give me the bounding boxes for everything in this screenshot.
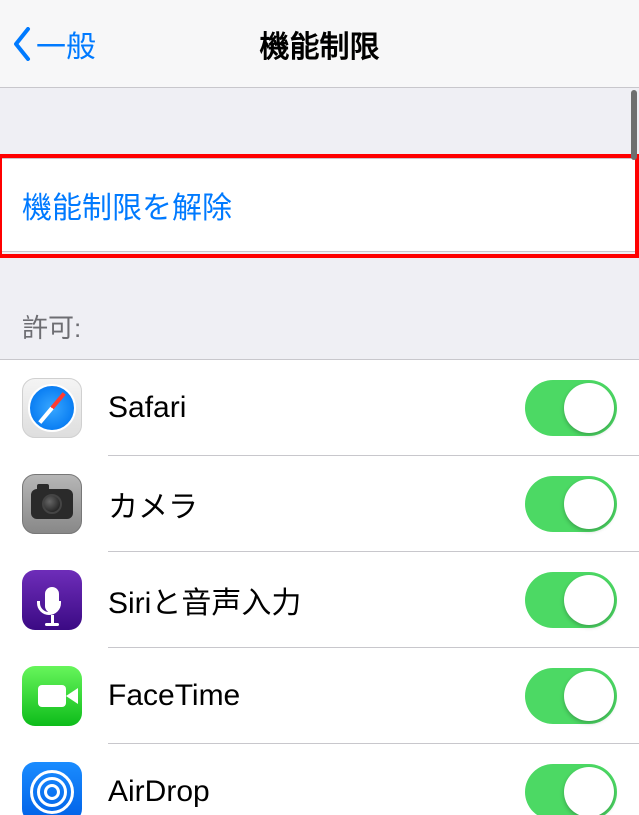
toggle-safari[interactable]	[525, 380, 617, 436]
allow-section-header: 許可:	[0, 252, 639, 359]
list-item-facetime: FaceTime	[0, 648, 639, 744]
scrollbar-thumb[interactable]	[631, 90, 637, 160]
chevron-left-icon	[12, 27, 32, 61]
app-label: カメラ	[108, 482, 525, 526]
navbar: 一般 機能制限	[0, 0, 639, 88]
airdrop-icon	[22, 762, 82, 815]
list-item-camera: カメラ	[0, 456, 639, 552]
app-label: AirDrop	[108, 775, 525, 809]
camera-icon	[22, 474, 82, 534]
disable-restrictions-row-wrap: 機能制限を解除	[0, 158, 639, 252]
disable-restrictions-button[interactable]: 機能制限を解除	[0, 158, 639, 252]
app-label: FaceTime	[108, 679, 525, 713]
toggle-facetime[interactable]	[525, 668, 617, 724]
back-button[interactable]: 一般	[0, 22, 96, 66]
content-scroll[interactable]: 機能制限を解除 許可: Safari カメラ Siriと音声入力	[0, 88, 639, 815]
allow-list: Safari カメラ Siriと音声入力 FaceTime	[0, 359, 639, 815]
list-item-safari: Safari	[0, 360, 639, 456]
facetime-icon	[22, 666, 82, 726]
toggle-airdrop[interactable]	[525, 764, 617, 815]
list-item-airdrop: AirDrop	[0, 744, 639, 815]
safari-icon	[22, 378, 82, 438]
back-label: 一般	[36, 22, 96, 66]
toggle-siri[interactable]	[525, 572, 617, 628]
siri-icon	[22, 570, 82, 630]
toggle-camera[interactable]	[525, 476, 617, 532]
app-label: Siriと音声入力	[108, 578, 525, 622]
list-item-siri: Siriと音声入力	[0, 552, 639, 648]
app-label: Safari	[108, 391, 525, 425]
